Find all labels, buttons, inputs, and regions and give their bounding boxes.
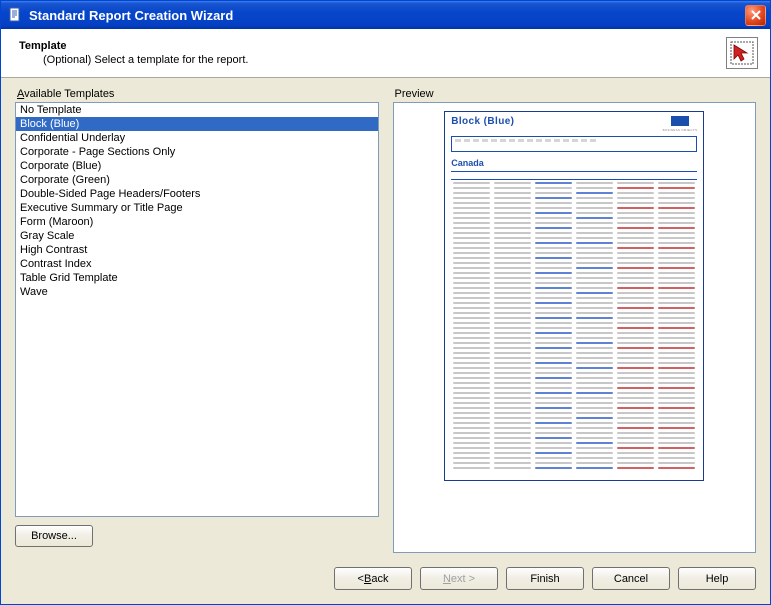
next-ul: N bbox=[443, 573, 451, 585]
templates-label-text: vailable Templates bbox=[24, 88, 114, 100]
preview-logo-box bbox=[671, 116, 689, 126]
templates-label: Available Templates bbox=[15, 88, 379, 100]
preview-subheader-blur bbox=[455, 139, 598, 142]
template-item[interactable]: Wave bbox=[16, 285, 378, 299]
back-ul: B bbox=[364, 573, 371, 585]
button-row: < Back Next > Finish Cancel Help bbox=[1, 557, 770, 604]
template-item[interactable]: Confidential Underlay bbox=[16, 131, 378, 145]
cancel-button[interactable]: Cancel bbox=[592, 567, 670, 590]
template-item[interactable]: Table Grid Template bbox=[16, 271, 378, 285]
template-item[interactable]: Block (Blue) bbox=[16, 117, 378, 131]
template-item[interactable]: No Template bbox=[16, 103, 378, 117]
wizard-header-text: Template (Optional) Select a template fo… bbox=[19, 40, 726, 66]
next-button: Next > bbox=[420, 567, 498, 590]
preview-page: Block (Blue) BUSINESS OBJECTS Canada bbox=[444, 111, 704, 481]
preview-table-header bbox=[451, 171, 697, 180]
preview-table bbox=[451, 171, 697, 476]
preview-table-row bbox=[451, 465, 697, 470]
wizard-header: Template (Optional) Select a template fo… bbox=[1, 29, 770, 78]
next-rest: ext > bbox=[451, 573, 475, 585]
cursor-report-icon bbox=[728, 39, 756, 67]
template-item[interactable]: Corporate (Blue) bbox=[16, 159, 378, 173]
help-button[interactable]: Help bbox=[678, 567, 756, 590]
finish-button[interactable]: Finish bbox=[506, 567, 584, 590]
template-item[interactable]: Corporate - Page Sections Only bbox=[16, 145, 378, 159]
template-item[interactable]: Executive Summary or Title Page bbox=[16, 201, 378, 215]
back-rest: ack bbox=[371, 573, 388, 585]
preview-pane: Preview Block (Blue) BUSINESS OBJECTS Ca… bbox=[393, 88, 757, 553]
wizard-header-icon bbox=[726, 37, 758, 69]
preview-table-body bbox=[451, 180, 697, 476]
app-document-icon bbox=[7, 7, 23, 23]
template-item[interactable]: Form (Maroon) bbox=[16, 215, 378, 229]
page-description: (Optional) Select a template for the rep… bbox=[19, 54, 726, 66]
back-button[interactable]: < Back bbox=[334, 567, 412, 590]
browse-button[interactable]: Browse... bbox=[15, 525, 93, 547]
preview-logo-text: BUSINESS OBJECTS bbox=[663, 128, 698, 132]
titlebar: Standard Report Creation Wizard bbox=[1, 1, 770, 29]
template-item[interactable]: High Contrast bbox=[16, 243, 378, 257]
preview-country: Canada bbox=[451, 158, 697, 168]
template-item[interactable]: Gray Scale bbox=[16, 229, 378, 243]
content-area: Available Templates No TemplateBlock (Bl… bbox=[1, 78, 770, 557]
wizard-window: Standard Report Creation Wizard Template… bbox=[0, 0, 771, 605]
template-item[interactable]: Contrast Index bbox=[16, 257, 378, 271]
browse-row: Browse... bbox=[15, 525, 379, 547]
close-icon bbox=[750, 9, 762, 21]
close-button[interactable] bbox=[745, 5, 766, 26]
preview-subheader-box bbox=[451, 136, 697, 152]
preview-box: Block (Blue) BUSINESS OBJECTS Canada bbox=[393, 102, 757, 553]
preview-logo: BUSINESS OBJECTS bbox=[663, 116, 698, 132]
preview-title: Block (Blue) bbox=[451, 116, 514, 127]
templates-listbox[interactable]: No TemplateBlock (Blue)Confidential Unde… bbox=[15, 102, 379, 517]
templates-pane: Available Templates No TemplateBlock (Bl… bbox=[15, 88, 379, 553]
template-item[interactable]: Corporate (Green) bbox=[16, 173, 378, 187]
page-title: Template bbox=[19, 40, 726, 52]
window-title: Standard Report Creation Wizard bbox=[29, 8, 745, 23]
template-item[interactable]: Double-Sided Page Headers/Footers bbox=[16, 187, 378, 201]
preview-label: Preview bbox=[393, 88, 757, 100]
